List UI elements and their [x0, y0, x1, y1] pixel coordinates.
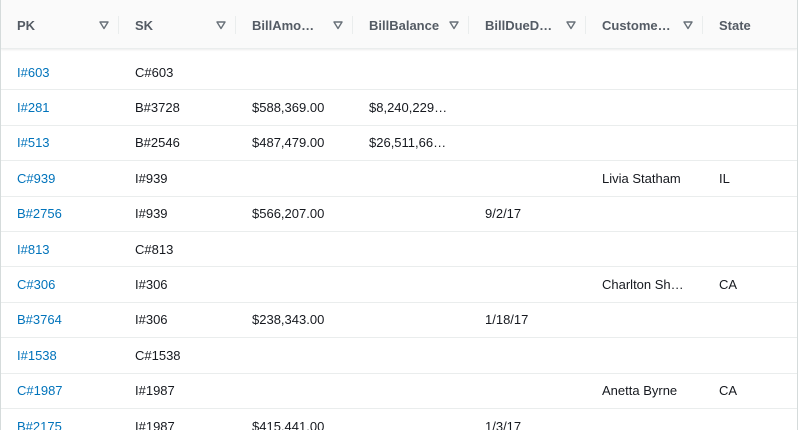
item-link[interactable]: B#2756 — [1, 206, 119, 221]
sort-down-icon[interactable] — [99, 20, 109, 30]
column-header-billamount[interactable]: BillAmo… — [236, 14, 353, 36]
table-cell: $26,511,66… — [369, 135, 447, 151]
table-cell: I#1987 — [135, 418, 175, 430]
table-cell: I#1987 — [135, 383, 175, 399]
table-cell: $566,207.00 — [252, 206, 325, 222]
sort-down-icon[interactable] — [683, 20, 693, 30]
table-row[interactable]: C#306 I#306 Charlton Sh… CA — [1, 267, 797, 303]
table-cell: $238,343.00 — [252, 312, 325, 328]
table-row[interactable]: I#603 C#603 — [1, 55, 797, 91]
column-header-customer[interactable]: Custome… — [586, 14, 703, 36]
column-label: SK — [135, 17, 154, 33]
table-cell: CA — [719, 277, 738, 293]
item-link[interactable]: I#513 — [1, 135, 119, 150]
column-header-billduedate[interactable]: BillDueD… — [469, 14, 586, 36]
table-row[interactable]: I#281 B#3728 $588,369.00 $8,240,229… — [1, 90, 797, 126]
table-cell: IL — [719, 170, 730, 186]
item-link[interactable]: C#939 — [1, 171, 119, 186]
table-cell: $487,479.00 — [252, 135, 325, 151]
column-label: BillAmo… — [252, 17, 315, 33]
table-cell: B#3728 — [135, 100, 180, 116]
table-row[interactable]: B#3764 I#306 $238,343.00 1/18/17 — [1, 303, 797, 339]
table-cell: C#1538 — [135, 347, 181, 363]
table-cell: $415,441.00 — [252, 418, 325, 430]
table-body: I#603 C#603 I#281 B#3728 $588,369.00 $8,240,2… — [1, 55, 797, 430]
column-header-state[interactable]: State — [703, 14, 797, 36]
table-cell: Charlton Sh… — [602, 277, 684, 293]
table-cell: Livia Statham — [602, 170, 681, 186]
item-link[interactable]: I#281 — [1, 100, 119, 115]
item-link[interactable]: B#3764 — [1, 312, 119, 327]
items-table: PK SK BillAmo… BillBalance BillDueD… Cus… — [0, 0, 798, 430]
item-link[interactable]: I#813 — [1, 242, 119, 257]
item-link[interactable]: B#2175 — [1, 419, 119, 430]
table-row[interactable]: C#1987 I#1987 Anetta Byrne CA — [1, 374, 797, 409]
column-label: BillBalance — [369, 17, 440, 33]
table-cell: C#603 — [135, 64, 174, 80]
table-cell: 9/2/17 — [485, 206, 522, 222]
table-row[interactable]: B#2175 I#1987 $415,441.00 1/3/17 — [1, 409, 797, 430]
column-label: Custome… — [602, 17, 671, 33]
table-cell: $8,240,229… — [369, 100, 448, 116]
column-header-sk[interactable]: SK — [119, 14, 236, 36]
table-cell: 1/18/17 — [485, 312, 529, 328]
column-label: PK — [17, 17, 36, 33]
table-cell: I#306 — [135, 277, 168, 293]
item-link[interactable]: C#306 — [1, 277, 119, 292]
table-cell: CA — [719, 383, 738, 399]
column-label: State — [719, 17, 751, 33]
table-cell: B#2546 — [135, 135, 180, 151]
column-header-billbalance[interactable]: BillBalance — [353, 14, 469, 36]
sort-down-icon[interactable] — [566, 20, 576, 30]
table-row[interactable]: C#939 I#939 Livia Statham IL — [1, 161, 797, 197]
table-cell: I#939 — [135, 206, 168, 222]
table-cell: I#939 — [135, 170, 168, 186]
table-cell: C#813 — [135, 241, 174, 257]
table-cell: 1/3/17 — [485, 418, 522, 430]
table-row[interactable]: I#813 C#813 — [1, 232, 797, 268]
sort-down-icon[interactable] — [449, 20, 459, 30]
sort-down-icon[interactable] — [333, 20, 343, 30]
column-header-pk[interactable]: PK — [1, 14, 119, 36]
table-cell: I#306 — [135, 312, 168, 328]
table-row[interactable]: B#2756 I#939 $566,207.00 9/2/17 — [1, 197, 797, 232]
item-link[interactable]: I#603 — [1, 65, 119, 80]
table-header: PK SK BillAmo… BillBalance BillDueD… Cus… — [1, 0, 797, 49]
column-label: BillDueD… — [485, 17, 553, 33]
table-row[interactable]: I#513 B#2546 $487,479.00 $26,511,66… — [1, 126, 797, 162]
table-cell: $588,369.00 — [252, 100, 325, 116]
sort-down-icon[interactable] — [216, 20, 226, 30]
table-row[interactable]: I#1538 C#1538 — [1, 338, 797, 374]
item-link[interactable]: I#1538 — [1, 348, 119, 363]
item-link[interactable]: C#1987 — [1, 383, 119, 398]
table-cell: Anetta Byrne — [602, 383, 678, 399]
